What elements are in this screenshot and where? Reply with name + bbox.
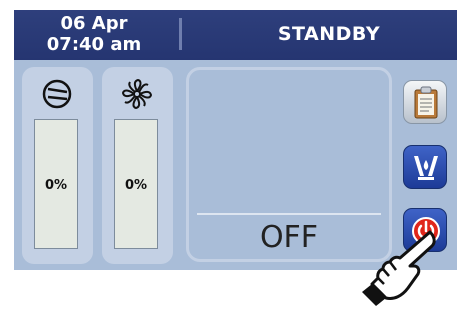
valve-icon bbox=[414, 156, 438, 180]
compressor-icon bbox=[42, 79, 72, 109]
compressor-gauge: 0% bbox=[22, 67, 93, 264]
compressor-level-bar: 0% bbox=[34, 119, 78, 249]
state-label: OFF bbox=[259, 220, 319, 255]
valve-button[interactable] bbox=[403, 145, 447, 189]
header-bar: 06 Apr 07:40 am STANDBY bbox=[14, 10, 457, 60]
fan-percent: 0% bbox=[124, 178, 148, 193]
fan-level-bar: 0% bbox=[114, 119, 158, 249]
fan-gauge: 0% bbox=[102, 67, 173, 264]
status-label: STANDBY bbox=[277, 23, 381, 45]
compressor-percent: 0% bbox=[44, 178, 68, 193]
header-divider bbox=[179, 18, 182, 50]
datetime-display[interactable]: 06 Apr 07:40 am bbox=[24, 13, 164, 55]
clipboard-icon bbox=[414, 86, 438, 119]
time-label: 07:40 am bbox=[46, 34, 142, 55]
panel-divider bbox=[197, 213, 381, 215]
fan-icon bbox=[121, 78, 153, 110]
pointing-hand-icon bbox=[362, 230, 436, 306]
date-label: 06 Apr bbox=[60, 13, 128, 34]
clipboard-button[interactable] bbox=[403, 80, 447, 124]
